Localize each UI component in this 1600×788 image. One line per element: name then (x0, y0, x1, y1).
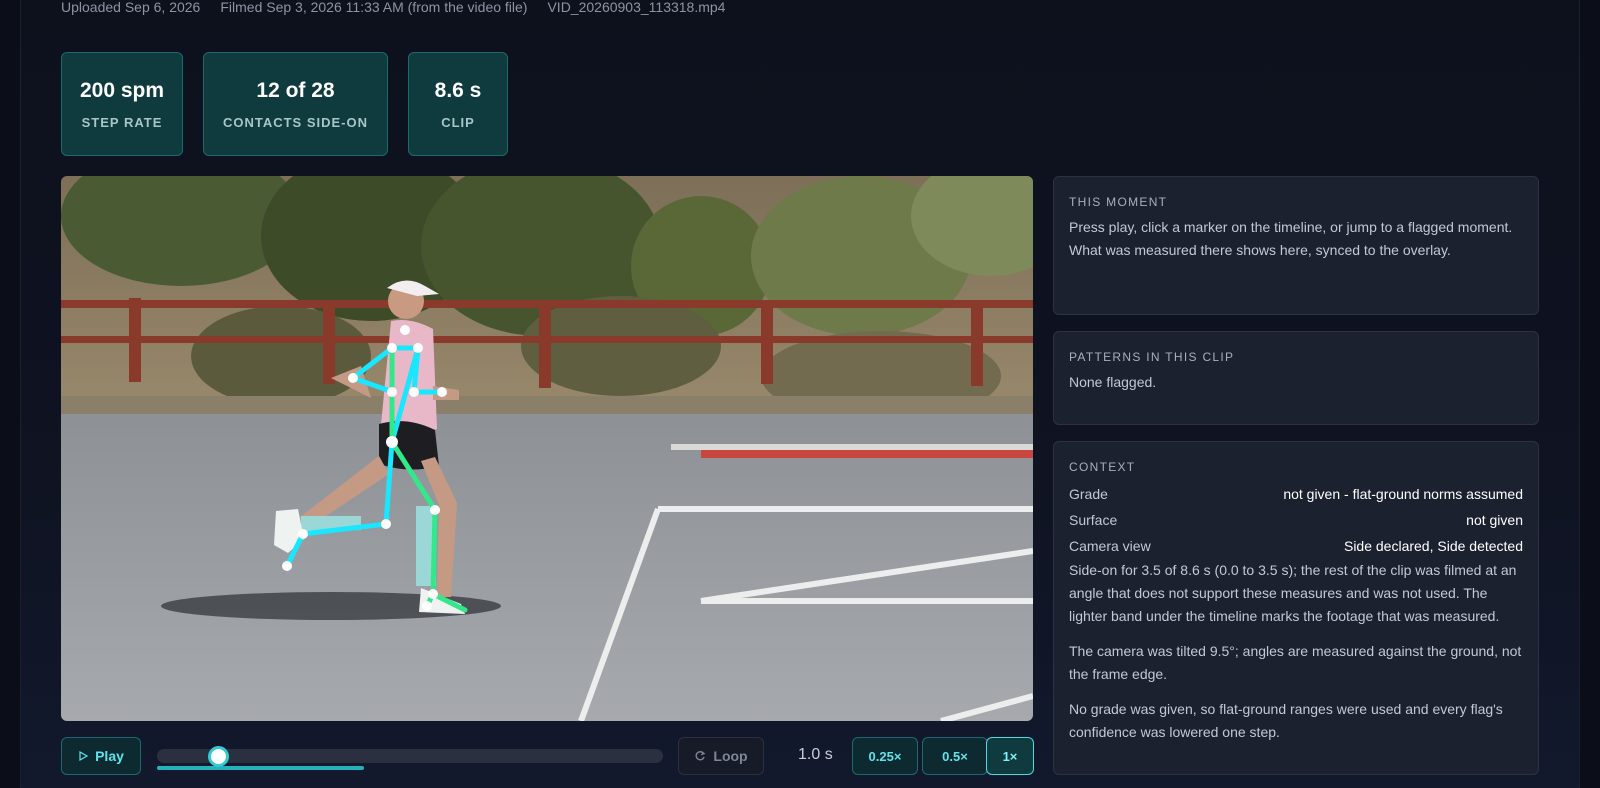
dirt-edge (61, 396, 1033, 414)
video-frame (61, 176, 1033, 721)
file-name: VID_20260903_113318.mp4 (547, 0, 726, 15)
red-curb (701, 450, 1033, 458)
context-paragraph: Side-on for 3.5 of 8.6 s (0.0 to 3.5 s);… (1069, 562, 1517, 624)
context-row-camera-view: Camera view Side declared, Side detected (1069, 533, 1523, 559)
context-paragraph: The camera was tilted 9.5°; angles are m… (1069, 643, 1522, 682)
panel-title: CONTEXT (1069, 460, 1136, 474)
current-time: 1.0 s (798, 746, 833, 763)
play-button[interactable]: Play (61, 737, 141, 775)
uploaded-date: Uploaded Sep 6, 2026 (61, 0, 201, 15)
panel-text: None flagged. (1069, 374, 1157, 390)
filmed-date: Filmed Sep 3, 2026 11:33 AM (from the vi… (220, 0, 528, 15)
loop-button[interactable]: Loop (678, 737, 764, 775)
stat-value: 12 of 28 (256, 78, 335, 102)
stat-label: STEP RATE (81, 114, 163, 130)
speed-button-0.5x[interactable]: 0.5× (922, 737, 988, 775)
play-icon (79, 751, 89, 761)
context-key: Camera view (1069, 538, 1151, 554)
context-paragraph: No grade was given, so flat-ground range… (1069, 701, 1503, 740)
speed-button-1x[interactable]: 1× (986, 737, 1034, 775)
curb-top (671, 444, 1033, 450)
timeline-playhead[interactable] (207, 746, 229, 767)
context-key: Surface (1069, 512, 1118, 528)
context-value: not given - flat-ground norms assumed (1283, 486, 1523, 502)
play-button-label: Play (95, 748, 124, 764)
stat-step-rate: 200 spm STEP RATE (61, 52, 183, 156)
context-key: Grade (1069, 486, 1108, 502)
context-row-grade: Grade not given - flat-ground norms assu… (1069, 481, 1523, 507)
speed-button-0.25x[interactable]: 0.25× (852, 737, 918, 775)
clip-metadata: Uploaded Sep 6, 2026 Filmed Sep 3, 2026 … (61, 0, 725, 14)
stat-contacts-side-on: 12 of 28 CONTACTS SIDE-ON (203, 52, 388, 156)
stat-clip-length: 8.6 s CLIP (408, 52, 508, 156)
panel-title: THIS MOMENT (1069, 195, 1168, 209)
context-value: Side declared, Side detected (1343, 538, 1523, 554)
loop-icon (695, 750, 706, 761)
panel-text: Press play, click a marker on the timeli… (1069, 219, 1513, 258)
context-row-surface: Surface not given (1069, 507, 1523, 533)
timeline-track[interactable] (157, 749, 663, 763)
video-player[interactable] (61, 176, 1033, 721)
context-value: not given (1466, 512, 1523, 528)
loop-button-label: Loop (713, 748, 748, 764)
stat-label: CLIP (441, 114, 475, 130)
timeline-measured-band (157, 766, 365, 770)
stat-value: 200 spm (79, 78, 165, 102)
context-panel: CONTEXT Grade not given - flat-ground no… (1053, 441, 1539, 775)
stat-value: 8.6 s (434, 78, 482, 102)
stat-label: CONTACTS SIDE-ON (222, 114, 369, 130)
this-moment-panel: THIS MOMENT Press play, click a marker o… (1053, 176, 1539, 315)
patterns-panel: PATTERNS IN THIS CLIP None flagged. (1053, 331, 1539, 425)
panel-title: PATTERNS IN THIS CLIP (1069, 350, 1235, 364)
